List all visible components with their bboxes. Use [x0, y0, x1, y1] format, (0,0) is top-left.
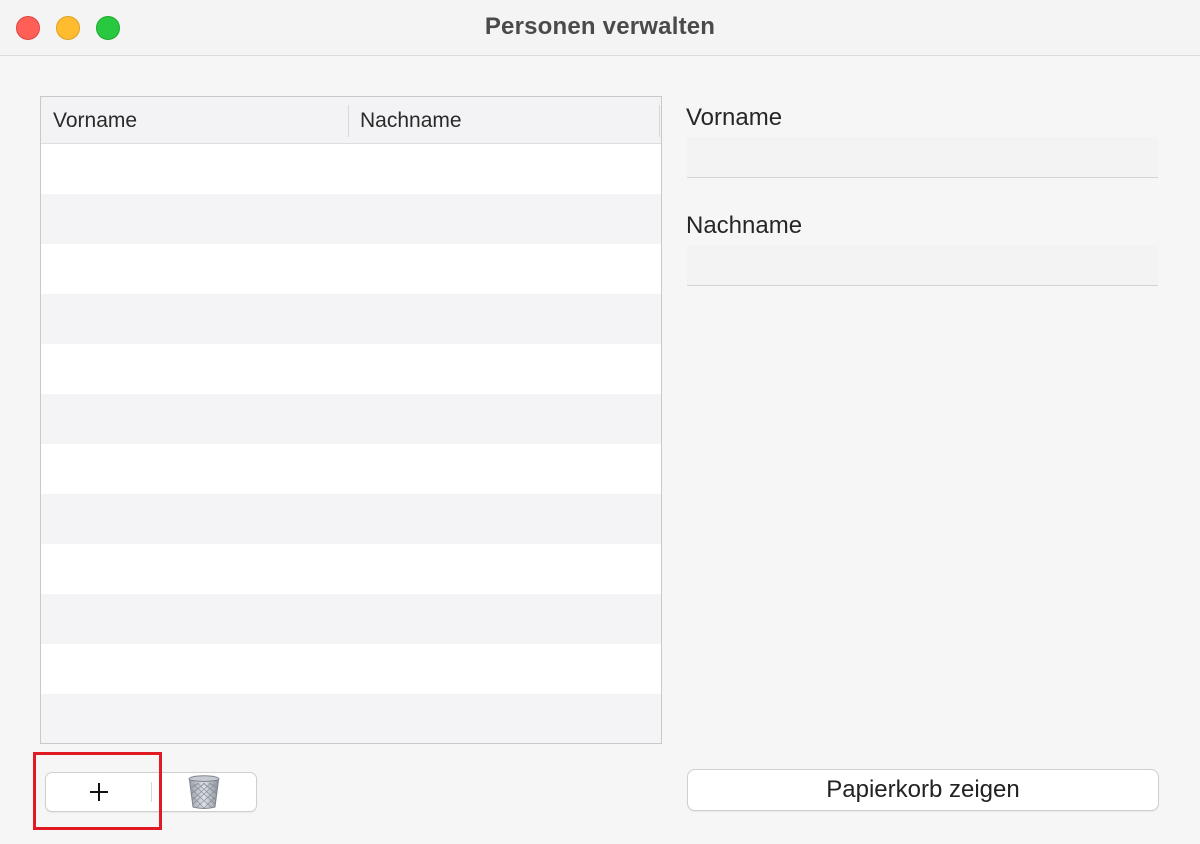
table-header: Vorname Nachname [41, 97, 661, 144]
vorname-label: Vorname [686, 104, 783, 131]
table-row[interactable] [41, 144, 661, 194]
column-divider [659, 105, 660, 137]
table-row[interactable] [41, 394, 661, 444]
table-row[interactable] [41, 494, 661, 544]
table-row[interactable] [41, 694, 661, 743]
table-row[interactable] [41, 244, 661, 294]
window-title: Personen verwalten [484, 13, 716, 40]
trash-icon [188, 775, 220, 809]
column-header-nachname[interactable]: Nachname [349, 105, 659, 137]
nachname-label: Nachname [686, 212, 803, 239]
show-trash-button[interactable]: Papierkorb zeigen [687, 769, 1159, 811]
table-rows [41, 144, 661, 743]
title-bar: Personen verwalten [0, 0, 1200, 56]
table-row[interactable] [41, 294, 661, 344]
vorname-field[interactable] [687, 137, 1158, 178]
persons-table[interactable]: Vorname Nachname [40, 96, 662, 744]
nachname-field[interactable] [687, 245, 1158, 286]
plus-icon [89, 783, 108, 801]
table-row[interactable] [41, 344, 661, 394]
table-row[interactable] [41, 644, 661, 694]
table-row[interactable] [41, 194, 661, 244]
delete-person-button[interactable] [152, 773, 256, 811]
column-header-vorname[interactable]: Vorname [41, 105, 349, 137]
table-row[interactable] [41, 594, 661, 644]
table-row[interactable] [41, 444, 661, 494]
window: Personen verwalten Vorname Nachname Vorn… [0, 0, 1200, 844]
table-row[interactable] [41, 544, 661, 594]
add-person-button[interactable] [46, 773, 151, 811]
add-remove-control [45, 772, 257, 812]
